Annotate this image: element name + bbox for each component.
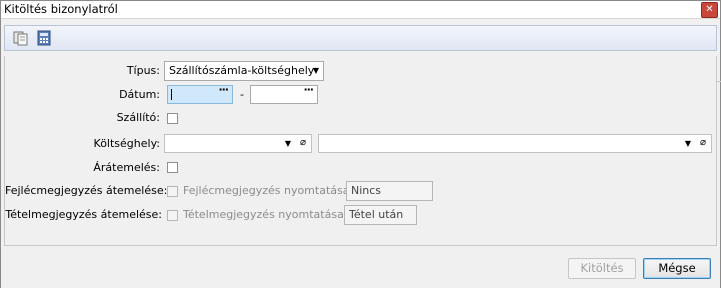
fejlec-print-label: Fejlécmegjegyzés nyomtatása: [183, 184, 354, 197]
aratemeles-label: Árátemelés: [93, 161, 160, 174]
close-button[interactable]: ✕ [701, 2, 718, 18]
koltseghely-combo-2[interactable]: ▼ ⌀ [318, 134, 712, 153]
date-from-input[interactable]: ··· [167, 83, 233, 104]
szallito-label: Szállító: [116, 111, 160, 124]
koltseghely-label: Költséghely: [93, 137, 160, 150]
title-bar: Kitöltés bizonylatról ✕ [1, 1, 720, 19]
chevron-down-icon[interactable]: ▼ [285, 135, 291, 152]
date-separator: - [240, 88, 244, 101]
date-picker-icon-2[interactable]: ··· [303, 83, 314, 96]
tetel-print-label: Tételmegjegyzés nyomtatása: [183, 208, 348, 221]
datum-label: Dátum: [119, 88, 160, 101]
form-panel: Típus: Szállítószámla-költséghely ▼ Dátu… [4, 56, 717, 246]
aratemeles-checkbox[interactable] [167, 162, 178, 173]
fejlec-print-field[interactable]: Nincs [346, 181, 433, 201]
date-to-input[interactable]: ··· [250, 83, 318, 104]
divider [717, 81, 721, 82]
szallito-checkbox[interactable] [167, 113, 178, 124]
tipus-label: Típus: [126, 64, 160, 77]
tetel-label: Tételmegjegyzés átemelése: [5, 208, 162, 221]
fill-button[interactable]: Kitöltés [568, 258, 636, 279]
paperclip-icon[interactable]: ⌀ [300, 137, 306, 148]
toolbar [4, 25, 717, 51]
tetel-checkbox[interactable] [167, 210, 178, 221]
window-title: Kitöltés bizonylatról [4, 2, 118, 16]
dialog-window: Kitöltés bizonylatról ✕ Típus: Szállítós… [0, 0, 721, 288]
fejlec-label: Fejlécmegjegyzés átemelése: [5, 184, 168, 197]
button-bar: Kitöltés Mégse [1, 246, 720, 288]
paperclip-icon[interactable]: ⌀ [700, 137, 706, 148]
tetel-print-field[interactable]: Tétel után [344, 205, 417, 225]
chevron-down-icon: ▼ [312, 66, 319, 75]
tipus-value: Szállítószámla-költséghely [169, 64, 315, 77]
chevron-down-icon[interactable]: ▼ [685, 135, 691, 152]
calculator-icon[interactable] [36, 30, 52, 46]
documents-icon[interactable] [13, 30, 29, 46]
koltseghely-combo-1[interactable]: ▼ ⌀ [164, 134, 312, 153]
text-caret [171, 89, 172, 100]
fejlec-checkbox[interactable] [167, 186, 178, 197]
cancel-button[interactable]: Mégse [643, 258, 711, 279]
tipus-select[interactable]: Szállítószámla-költséghely ▼ [164, 61, 324, 81]
date-picker-icon[interactable]: ··· [218, 83, 229, 96]
